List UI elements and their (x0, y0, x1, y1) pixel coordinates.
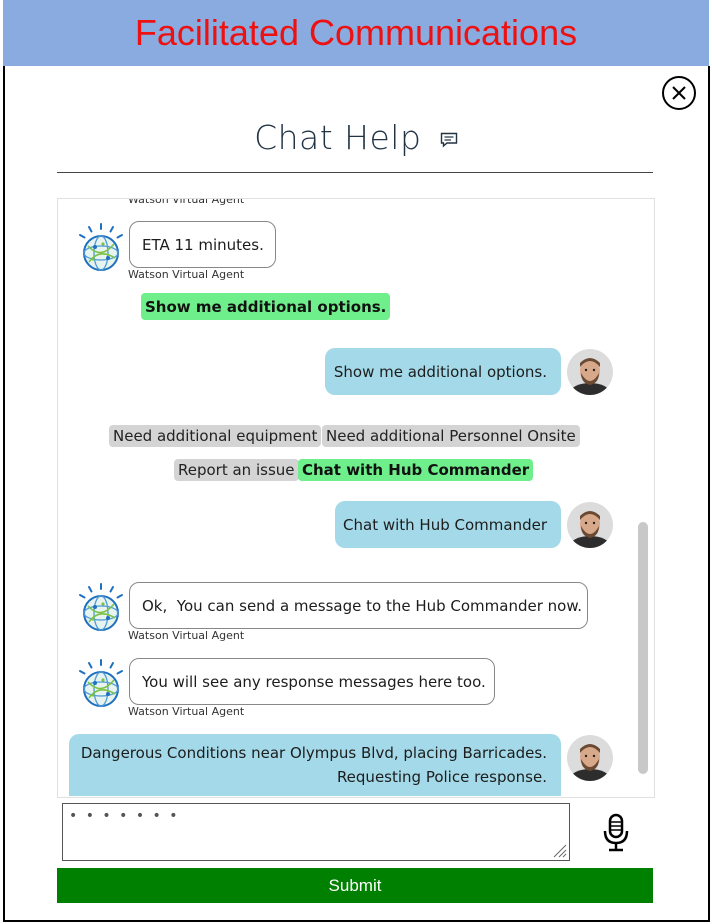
user-avatar (567, 349, 613, 395)
agent-name-label: Watson Virtual Agent (128, 705, 245, 718)
user-message: Dangerous Conditions near Olympus Blvd, … (69, 734, 561, 796)
option-label: Report an issue (178, 461, 295, 479)
app-banner: Facilitated Communications (3, 0, 709, 66)
chat-bubble-icon (440, 132, 458, 148)
agent-message: Ok, You can send a message to the Hub Co… (129, 582, 588, 629)
user-avatar (567, 502, 613, 548)
option-report-issue[interactable]: Report an issue (174, 459, 299, 481)
option-label: Need additional Personnel Onsite (326, 427, 576, 445)
user-message: Chat with Hub Commander (335, 501, 561, 548)
message-text: Ok, You can send a message to the Hub Co… (142, 596, 583, 615)
watson-globe-icon (75, 582, 127, 634)
message-text: You will see any response messages here … (142, 672, 486, 691)
option-show-additional[interactable]: Show me additional options. (141, 293, 391, 320)
user-avatar (567, 735, 613, 781)
microphone-icon (603, 813, 629, 852)
option-need-equipment[interactable]: Need additional equipment (109, 425, 322, 447)
agent-message: ETA 11 minutes. (129, 221, 276, 268)
option-chat-hub-commander[interactable]: Chat with Hub Commander (298, 459, 534, 481)
option-label: Need additional equipment (113, 427, 318, 445)
message-line: Dangerous Conditions near Olympus Blvd, … (80, 744, 547, 762)
watson-globe-icon (75, 222, 127, 274)
page-title: Chat Help (254, 118, 422, 157)
message-text: Chat with Hub Commander (343, 515, 547, 534)
option-label: Chat with Hub Commander (302, 461, 530, 479)
close-button[interactable] (662, 76, 696, 110)
agent-name-label: Watson Virtual Agent (128, 629, 245, 642)
submit-button[interactable]: Submit (57, 868, 653, 903)
agent-name-label: Watson Virtual Agent (128, 198, 245, 206)
message-input[interactable]: • • • • • • • (62, 803, 570, 861)
app-title: Facilitated Communications (134, 12, 578, 53)
message-text: Show me additional options. (333, 362, 547, 381)
submit-label: Submit (328, 875, 382, 895)
chat-header: Chat Help (0, 118, 712, 157)
option-need-personnel[interactable]: Need additional Personnel Onsite (322, 425, 580, 447)
agent-message: You will see any response messages here … (129, 658, 495, 705)
message-line: Requesting Police response. (336, 768, 547, 786)
input-value: • • • • • • • (69, 808, 180, 824)
watson-globe-icon (75, 658, 127, 710)
user-message: Show me additional options. (325, 348, 561, 395)
microphone-button[interactable] (600, 812, 632, 858)
agent-name-label: Watson Virtual Agent (128, 268, 245, 281)
option-label: Show me additional options. (145, 297, 387, 316)
message-text: ETA 11 minutes. (142, 235, 264, 254)
chat-scrollbar[interactable] (638, 522, 648, 774)
resize-grip-icon[interactable] (551, 842, 567, 858)
header-divider (57, 172, 653, 173)
close-icon (672, 86, 686, 100)
